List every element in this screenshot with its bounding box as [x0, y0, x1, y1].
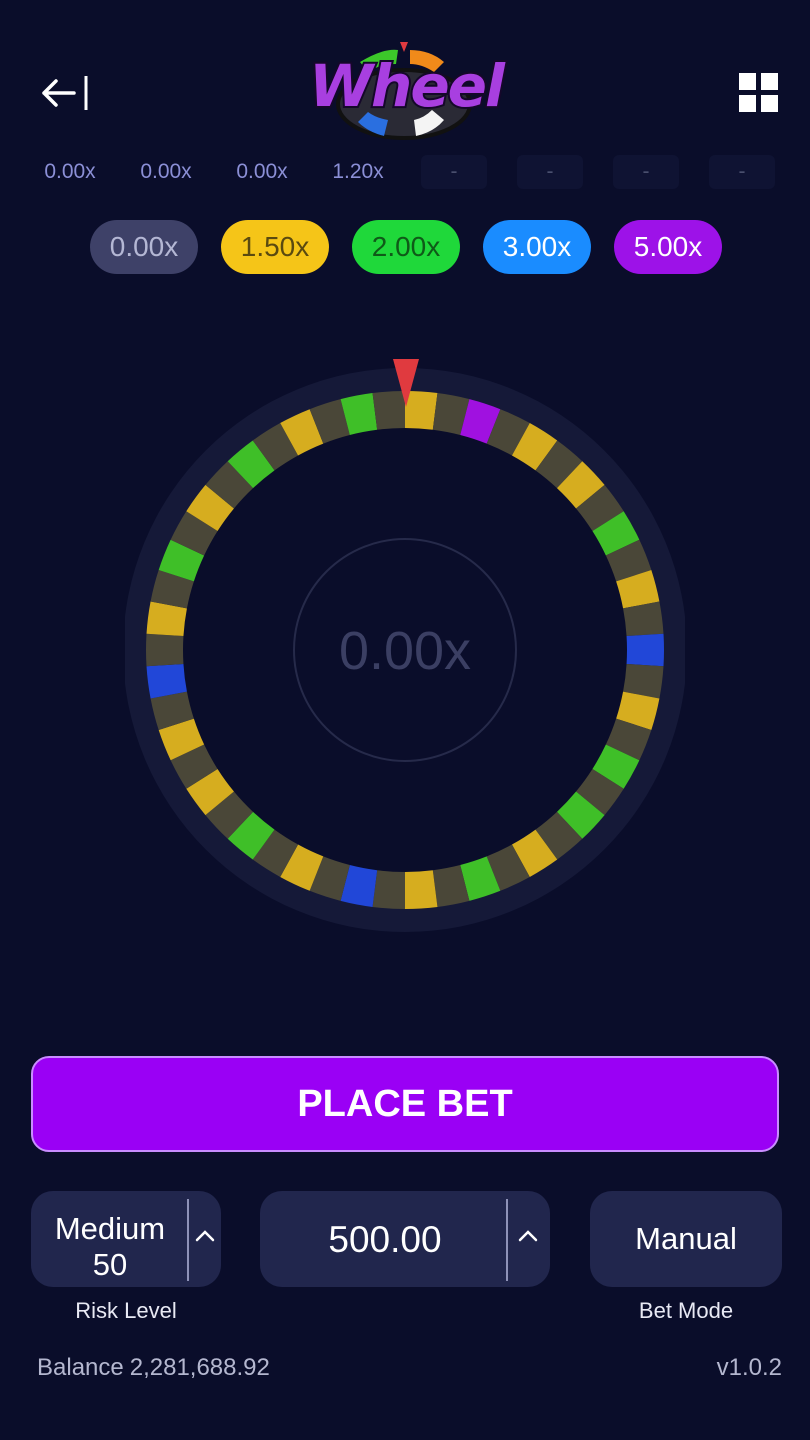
balance-value: 2,281,688.92: [129, 1354, 270, 1381]
bet-mode-value: Manual: [635, 1221, 737, 1256]
history-item-empty: -: [502, 152, 598, 192]
history-item: 0.00x: [44, 160, 96, 183]
risk-level-value: 50: [92, 1247, 128, 1282]
multiplier-legend: 0.00x 1.50x 2.00x 3.00x 5.00x: [90, 220, 730, 276]
risk-expand-button[interactable]: [190, 1221, 220, 1251]
divider: [187, 1199, 189, 1281]
multiplier-chip: 5.00x: [614, 220, 722, 274]
risk-level-caption: Risk Level: [75, 1298, 177, 1323]
multiplier-chip: 1.50x: [221, 220, 329, 274]
result-multiplier: 0.00x: [338, 621, 472, 681]
game-logo: Wheel: [288, 40, 524, 144]
multiplier-chip: 3.00x: [483, 220, 591, 274]
wheel: 0.00x: [125, 350, 685, 940]
history-item-empty: -: [598, 152, 694, 192]
header: Wheel: [0, 0, 810, 150]
grid-menu-icon: [739, 73, 778, 112]
menu-button[interactable]: [736, 70, 782, 116]
wheel-segment-gray: [372, 870, 405, 909]
history-item: 1.20x: [332, 160, 384, 183]
balance-label: Balance: [37, 1354, 124, 1381]
wheel-segment-gray: [372, 391, 405, 430]
history-bar: 0.00x 0.00x 0.00x 1.20x - - - -: [22, 152, 790, 192]
bet-mode-button[interactable]: Manual: [590, 1191, 782, 1287]
history-item-empty: -: [694, 152, 790, 192]
back-button[interactable]: [36, 68, 96, 118]
place-bet-button[interactable]: PLACE BET: [31, 1056, 779, 1152]
history-item: 0.00x: [236, 160, 288, 183]
multiplier-chip: 2.00x: [352, 220, 460, 274]
bet-amount-input[interactable]: [260, 1191, 510, 1289]
bet-amount-control: [260, 1191, 550, 1289]
bet-amount-expand-button[interactable]: [513, 1221, 543, 1251]
chevron-up-icon: [195, 1230, 215, 1242]
version-label: v1.0.2: [716, 1354, 782, 1381]
divider: [506, 1199, 508, 1281]
logo-text: Wheel: [307, 50, 507, 122]
chevron-up-icon: [518, 1230, 538, 1242]
multiplier-chip: 0.00x: [90, 220, 198, 274]
risk-level-name: Medium: [54, 1211, 166, 1246]
wheel-segment-yellow: [405, 870, 438, 909]
risk-level-selector[interactable]: Medium 50: [31, 1191, 221, 1287]
history-item: 0.00x: [140, 160, 192, 183]
wheel-segment-yellow: [405, 391, 438, 430]
back-arrow-icon: [42, 76, 88, 110]
bet-mode-caption: Bet Mode: [638, 1298, 734, 1323]
wheel-segment-gray: [146, 633, 184, 667]
history-item-empty: -: [406, 152, 502, 192]
wheel-segment-blue: [626, 633, 664, 667]
balance: Balance 2,281,688.92: [37, 1354, 270, 1382]
